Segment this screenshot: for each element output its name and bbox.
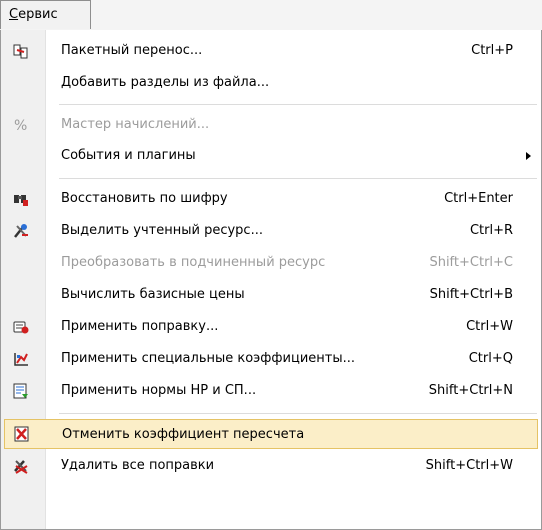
binoculars-icon [14, 195, 28, 206]
apply-correction-icon [13, 321, 29, 334]
menu-item-apply-correction[interactable]: Применить поправку... Ctrl+W [3, 312, 539, 342]
menu-title-rest: ервис [18, 7, 58, 22]
menu-item-restore-by-code[interactable]: Восстановить по шифру Ctrl+Enter [3, 184, 539, 214]
apply-norms-icon [13, 383, 28, 399]
menu-item-label: Применить специальные коэффициенты... [61, 351, 356, 366]
menu-item-shortcut: Ctrl+W [466, 319, 513, 334]
delete-corrections-icon [14, 460, 28, 474]
menu-servis[interactable]: Сервис [0, 0, 91, 29]
menu-item-label: Применить нормы НР и СП... [61, 383, 257, 398]
menu-item-events-plugins[interactable]: События и плагины [3, 141, 539, 171]
dropdown-menu: Пакетный перенос... Ctrl+P Добавить разд… [0, 30, 542, 530]
cancel-coefficient-icon [14, 426, 29, 442]
special-coefficients-icon [14, 353, 28, 366]
menu-item-apply-special-coefficients[interactable]: Применить специальные коэффициенты... Ct… [3, 344, 539, 374]
menu-item-shortcut: Shift+Ctrl+W [425, 458, 513, 473]
menu-item-delete-all-corrections[interactable]: Удалить все поправки Shift+Ctrl+W [3, 451, 539, 481]
menu-item-convert-subordinate: Преобразовать в подчиненный ресурс Shift… [3, 248, 539, 278]
menu-item-label: Вычислить базисные цены [61, 287, 245, 302]
menu-item-accrual-wizard: % Мастер начислений... [3, 110, 539, 140]
menu-item-apply-norms[interactable]: Применить нормы НР и СП... Shift+Ctrl+N [3, 376, 539, 406]
menu-item-label: Пакетный перенос... [61, 43, 203, 58]
menu-item-label: Добавить разделы из файла... [61, 75, 270, 90]
menu-item-label: Выделить учтенный ресурс... [61, 223, 263, 238]
menu-item-label: Преобразовать в подчиненный ресурс [61, 255, 326, 270]
percent-icon: % [14, 118, 27, 133]
menu-item-shortcut: Ctrl+P [471, 43, 513, 58]
menu-item-shortcut: Shift+Ctrl+N [428, 383, 513, 398]
menu-item-label: События и плагины [61, 148, 196, 163]
svg-text:%: % [14, 118, 27, 133]
menu-separator [59, 104, 537, 105]
menu-item-shortcut: Ctrl+Enter [444, 191, 513, 206]
menu-item-shortcut: Ctrl+Q [468, 351, 513, 366]
menu-item-label: Восстановить по шифру [61, 191, 228, 206]
menu-item-batch-transfer[interactable]: Пакетный перенос... Ctrl+P [3, 36, 539, 66]
menu-item-calc-base-prices[interactable]: Вычислить базисные цены Shift+Ctrl+B [3, 280, 539, 310]
batch-transfer-icon [13, 44, 28, 59]
menu-item-cancel-recalc-coefficient[interactable]: Отменить коэффициент пересчета [4, 419, 538, 449]
menu-separator [59, 178, 537, 179]
menu-item-shortcut: Ctrl+R [469, 223, 513, 238]
tools-icon [14, 224, 28, 238]
menu-item-label: Применить поправку... [61, 319, 219, 334]
menu-item-add-sections[interactable]: Добавить разделы из файла... [3, 68, 539, 98]
menu-item-shortcut: Shift+Ctrl+C [429, 255, 513, 270]
submenu-arrow-icon [526, 152, 531, 160]
menu-item-shortcut: Shift+Ctrl+B [429, 287, 513, 302]
menu-item-select-resource[interactable]: Выделить учтенный ресурс... Ctrl+R [3, 216, 539, 246]
menu-item-label: Мастер начислений... [61, 117, 210, 132]
menu-item-label: Удалить все поправки [61, 458, 215, 473]
menu-bar: Сервис [0, 0, 542, 31]
menu-title-first-letter: С [9, 7, 19, 22]
menu-separator [59, 413, 537, 414]
menu-item-label: Отменить коэффициент пересчета [62, 427, 305, 442]
